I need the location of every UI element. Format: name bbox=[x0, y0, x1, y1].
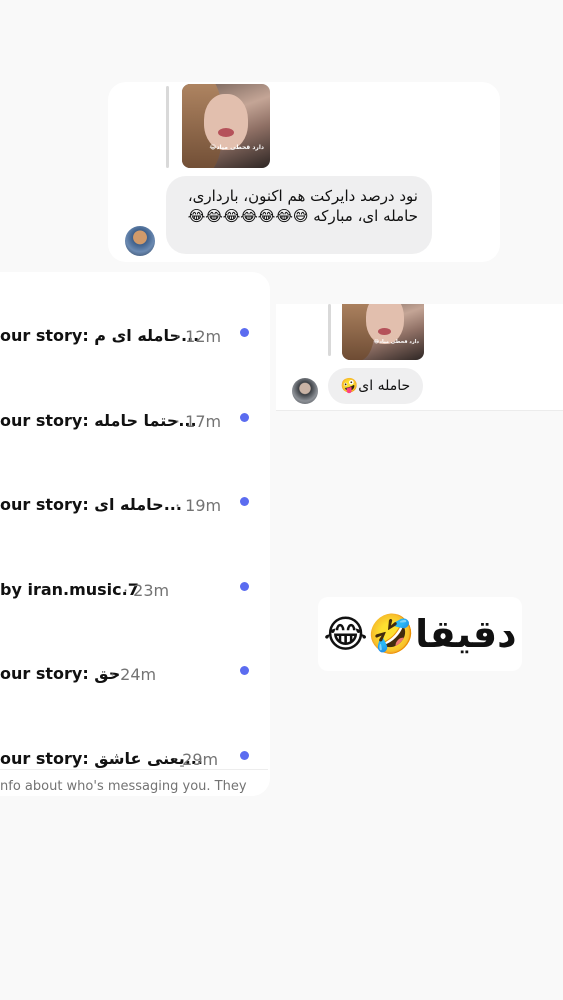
row-time: · 29m bbox=[172, 750, 219, 769]
reply-indicator-line bbox=[328, 304, 331, 356]
inbox-row[interactable]: our story: حق · 24m bbox=[0, 660, 262, 690]
unread-dot bbox=[240, 751, 249, 760]
row-preview: our story: حتما حامله... bbox=[0, 411, 197, 430]
row-time: · 12m bbox=[175, 327, 222, 346]
reply-indicator-line bbox=[166, 86, 169, 168]
row-time: · 19m bbox=[175, 496, 222, 515]
unread-dot bbox=[240, 497, 249, 506]
row-preview: by iran.music.7 bbox=[0, 580, 139, 599]
message-text: نود درصد دایرکت هم اکنون، بارداری، حامله… bbox=[187, 187, 418, 225]
message-text: حامله ای🤪 bbox=[340, 378, 411, 394]
inbox-row[interactable]: our story: حامله ای م... · 12m bbox=[0, 322, 262, 352]
sender-avatar[interactable] bbox=[125, 226, 155, 256]
row-time: · 23m bbox=[123, 581, 170, 600]
row-preview: our story: حامله ای م... bbox=[0, 326, 200, 345]
row-time: · 24m bbox=[110, 665, 157, 684]
unread-dot bbox=[240, 413, 249, 422]
inbox-row[interactable]: our story: حامله ای... · 19m bbox=[0, 491, 262, 521]
card-divider bbox=[276, 410, 563, 411]
story-reply-card-mid: دارد قحطی میاد😂 حامله ای🤪 bbox=[276, 304, 563, 410]
inbox-row[interactable]: by iran.music.7 · 23m bbox=[0, 576, 262, 606]
row-preview: our story: حامله ای... bbox=[0, 495, 182, 514]
message-bubble[interactable]: نود درصد دایرکت هم اکنون، بارداری، حامله… bbox=[166, 176, 432, 254]
inbox-row[interactable]: our story: حتما حامله... · 17m bbox=[0, 407, 262, 437]
story-thumbnail[interactable]: دارد قحطی میاد😂 bbox=[342, 304, 424, 360]
inbox-divider bbox=[0, 769, 268, 770]
inbox-footer-note: nfo about who's messaging you. They bbox=[0, 779, 247, 794]
message-bubble[interactable]: حامله ای🤪 bbox=[328, 368, 423, 404]
story-thumbnail[interactable]: دارد قحطی میاد😂 bbox=[182, 84, 270, 168]
story-reply-card-top: دارد قحطی میاد😂 نود درصد دایرکت هم اکنون… bbox=[108, 82, 500, 262]
row-time: · 17m bbox=[175, 412, 222, 431]
story-caption: دارد قحطی میاد😂 bbox=[209, 144, 264, 151]
story-caption: دارد قحطی میاد😂 bbox=[373, 339, 419, 345]
inbox-row[interactable]: our story: یعنی عاشق... · 29m bbox=[0, 745, 262, 775]
text-sticker[interactable]: دقیقا🤣😂 bbox=[318, 597, 522, 671]
unread-dot bbox=[240, 666, 249, 675]
unread-dot bbox=[240, 328, 249, 337]
sender-avatar[interactable] bbox=[292, 378, 318, 404]
row-preview: our story: حق bbox=[0, 664, 121, 683]
unread-dot bbox=[240, 582, 249, 591]
